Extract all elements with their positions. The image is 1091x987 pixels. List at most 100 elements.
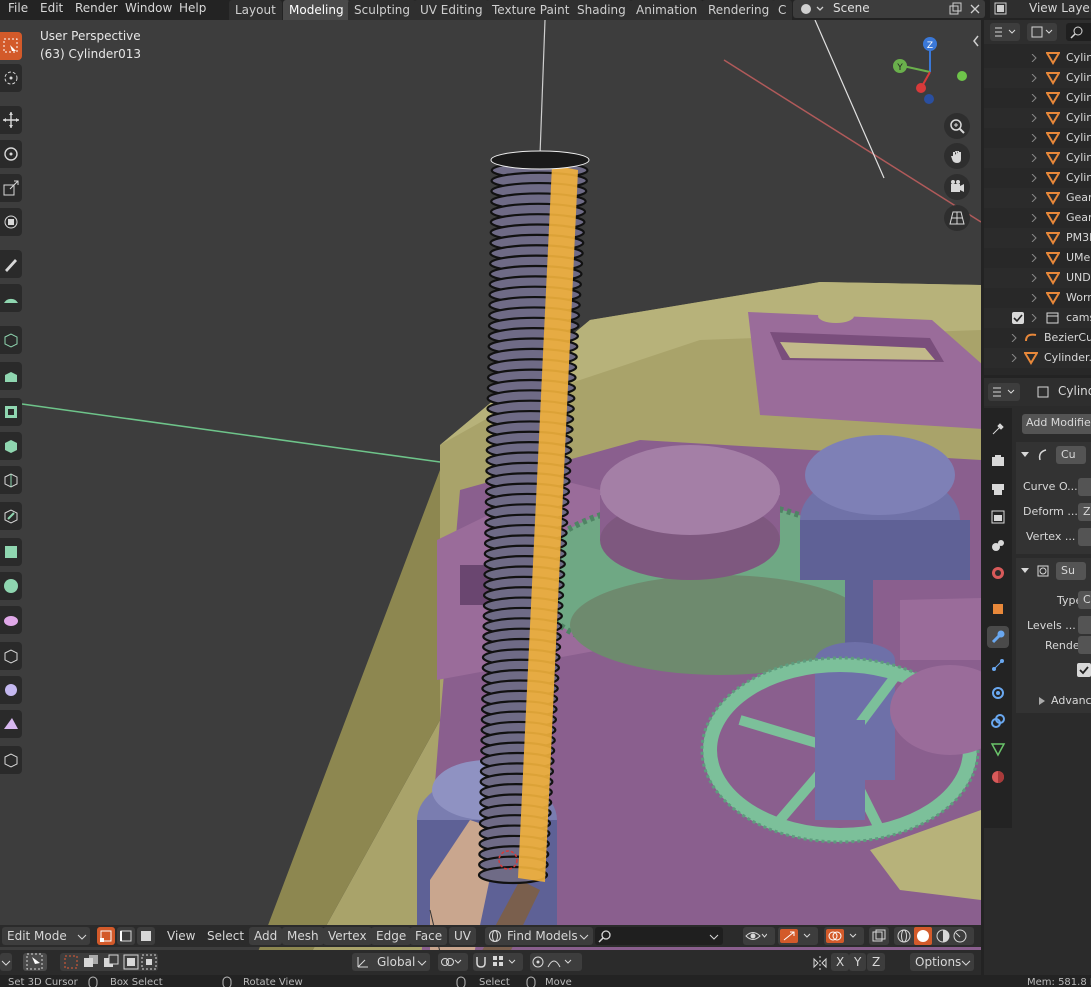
disclosure-arrow-icon[interactable] — [1030, 134, 1038, 142]
tab-tool[interactable] — [987, 418, 1009, 440]
bevel-tool[interactable] — [0, 432, 22, 460]
gizmo-dropdown[interactable] — [778, 927, 818, 945]
menu-face[interactable]: Face — [410, 927, 448, 945]
menu-window[interactable]: Window — [125, 0, 172, 17]
select-invert-icon[interactable] — [122, 953, 140, 971]
disclosure-arrow-icon[interactable] — [1030, 54, 1038, 62]
loop-cut-tool[interactable] — [0, 466, 22, 494]
deform-axis-field[interactable]: Z — [1078, 503, 1091, 521]
options-dropdown[interactable]: Options — [910, 953, 974, 971]
editor-type-icon[interactable] — [988, 383, 1020, 401]
tab-output[interactable] — [987, 478, 1009, 500]
edge-select-button[interactable] — [117, 927, 135, 945]
tab-sculpting[interactable]: Sculpting — [348, 0, 417, 20]
tab-modifiers[interactable] — [987, 626, 1009, 648]
checkbox-icon[interactable] — [1012, 312, 1024, 324]
outliner-item[interactable]: cams — [984, 308, 1091, 328]
tab-data[interactable] — [987, 738, 1009, 760]
3d-viewport[interactable]: User Perspective (63) Cylinder013 Z Y — [0, 20, 981, 973]
tab-particles[interactable] — [987, 654, 1009, 676]
tab-physics[interactable] — [987, 682, 1009, 704]
snap-dropdown[interactable] — [473, 953, 523, 971]
outliner-item[interactable]: BezierCu — [984, 328, 1091, 348]
outliner-item[interactable]: Cylin — [984, 128, 1091, 148]
move-tool[interactable] — [0, 106, 22, 134]
tab-constraints[interactable] — [987, 710, 1009, 732]
proportional-editing-dropdown[interactable] — [530, 953, 582, 971]
face-select-button[interactable] — [137, 927, 155, 945]
scale-tool[interactable] — [0, 174, 22, 202]
annotate-tool[interactable] — [0, 250, 22, 278]
shading-rendered-icon[interactable] — [952, 928, 968, 944]
menu-edge[interactable]: Edge — [371, 927, 412, 945]
outliner-item[interactable]: UMe — [984, 248, 1091, 268]
find-models-dropdown[interactable]: Find Models — [485, 927, 593, 945]
tab-shading[interactable]: Shading — [571, 0, 632, 20]
tab-animation[interactable]: Animation — [630, 0, 704, 20]
measure-tool[interactable] — [0, 284, 22, 312]
outliner-item[interactable]: Gear — [984, 208, 1091, 228]
tab-texture-paint[interactable]: Texture Paint — [486, 0, 576, 20]
disclosure-arrow-icon[interactable] — [1030, 314, 1038, 322]
axis-gizmo[interactable]: Z Y — [885, 32, 975, 122]
shading-material-icon[interactable] — [935, 928, 951, 944]
disclosure-arrow-icon[interactable] — [1030, 274, 1038, 282]
overlays-dropdown[interactable] — [824, 927, 864, 945]
expand-arrow-icon[interactable] — [1020, 450, 1030, 460]
xray-toggle[interactable] — [869, 927, 889, 945]
search-input[interactable] — [595, 927, 723, 945]
scene-selector[interactable]: Scene — [793, 0, 985, 18]
select-intersect-icon[interactable] — [140, 953, 158, 971]
tab-rendering[interactable]: Rendering — [702, 0, 776, 20]
inset-tool[interactable] — [0, 398, 22, 426]
advanced-section-label[interactable]: Advance — [1051, 694, 1091, 707]
menu-help[interactable]: Help — [179, 0, 206, 17]
tab-modeling[interactable]: Modeling — [283, 0, 350, 20]
vertex-group-field[interactable] — [1078, 528, 1091, 546]
shading-solid-icon[interactable] — [914, 927, 932, 945]
outliner-item[interactable]: Cylin — [984, 168, 1091, 188]
disclosure-arrow-icon[interactable] — [1010, 334, 1018, 342]
shading-modes[interactable] — [894, 927, 974, 945]
mirror-y-toggle[interactable]: Y — [849, 953, 867, 971]
disclosure-arrow-icon[interactable] — [1010, 354, 1018, 362]
shear-tool[interactable] — [0, 710, 22, 738]
search-icon[interactable] — [1066, 23, 1091, 41]
menu-render[interactable]: Render — [75, 0, 118, 17]
render-levels-field[interactable] — [1078, 636, 1091, 654]
shading-wireframe-icon[interactable] — [896, 928, 912, 944]
collapse-arrow-icon[interactable] — [971, 34, 981, 48]
checkbox-icon[interactable] — [1077, 663, 1091, 677]
outliner-item[interactable]: Cylin — [984, 48, 1091, 68]
perspective-toggle-button[interactable] — [944, 205, 970, 231]
mode-dropdown[interactable]: Edit Mode — [2, 927, 90, 945]
disclosure-arrow-icon[interactable] — [1030, 74, 1038, 82]
menu-select[interactable]: Select — [207, 927, 244, 945]
disclosure-arrow-icon[interactable] — [1030, 194, 1038, 202]
close-icon[interactable] — [968, 2, 982, 16]
curve-object-field[interactable] — [1078, 478, 1091, 496]
tab-scene[interactable] — [987, 534, 1009, 556]
extrude-tool[interactable] — [0, 362, 22, 390]
select-mode-buttons[interactable] — [60, 953, 158, 971]
outliner-item[interactable]: UND — [984, 268, 1091, 288]
menu-vertex[interactable]: Vertex — [323, 927, 372, 945]
tab-compositing[interactable]: C — [772, 0, 793, 20]
shrink-tool[interactable] — [0, 676, 22, 704]
rip-tool[interactable] — [0, 746, 22, 774]
rotate-tool[interactable] — [0, 140, 22, 168]
menu-view[interactable]: View — [167, 927, 195, 945]
outliner-item[interactable]: Cylin — [984, 148, 1091, 168]
disclosure-arrow-icon[interactable] — [1030, 214, 1038, 222]
select-subtract-icon[interactable] — [102, 953, 120, 971]
knife-tool[interactable] — [0, 502, 22, 530]
tab-layout[interactable]: Layout — [229, 0, 282, 20]
tab-uv-editing[interactable]: UV Editing — [414, 0, 489, 20]
outliner-item[interactable]: Worm — [984, 288, 1091, 308]
expand-arrow-icon[interactable] — [1020, 566, 1030, 576]
mirror-x-toggle[interactable]: X — [831, 953, 850, 971]
select-extend-icon[interactable] — [82, 953, 100, 971]
modifier-subsurf-name-field[interactable]: Su — [1056, 562, 1086, 580]
active-tool-button[interactable] — [23, 953, 47, 971]
menu-uv[interactable]: UV — [449, 927, 476, 945]
